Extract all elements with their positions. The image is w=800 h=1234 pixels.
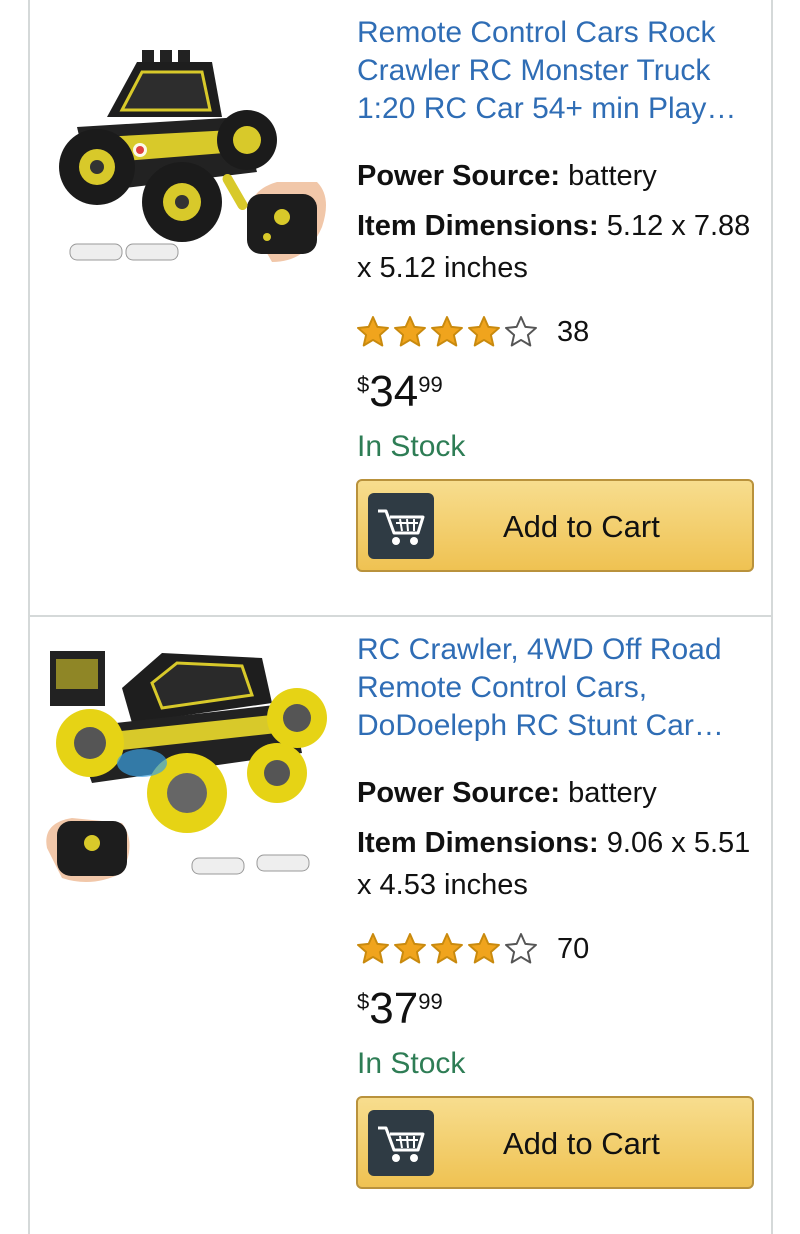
star-rating xyxy=(355,314,539,350)
stock-status: In Stock xyxy=(357,1047,466,1080)
product-image[interactable] xyxy=(42,633,327,893)
product-image[interactable] xyxy=(42,22,327,282)
star-filled-icon xyxy=(394,933,426,964)
rating-count[interactable]: 70 xyxy=(557,933,589,966)
power-source-label: Power Source: xyxy=(357,777,561,809)
product-title-link[interactable]: Remote Control Cars Rock Crawler RC Mons… xyxy=(357,14,757,128)
price-currency-symbol: $ xyxy=(357,372,370,397)
power-source-value: battery xyxy=(568,160,657,192)
price-currency-symbol: $ xyxy=(357,989,370,1014)
star-filled-icon xyxy=(357,316,389,347)
star-filled-icon xyxy=(394,316,426,347)
add-to-cart-button[interactable]: Add to Cart xyxy=(356,479,754,572)
star-filled-icon xyxy=(357,933,389,964)
frame-right-border xyxy=(771,0,773,1234)
price: $3799 xyxy=(357,981,443,1037)
dimensions-row: Item Dimensions: 5.12 x 7.88 x 5.12 inch… xyxy=(357,205,757,289)
star-rating xyxy=(355,931,539,967)
star-filled-icon xyxy=(431,316,463,347)
power-source-row: Power Source: battery xyxy=(357,155,757,197)
product-title-link[interactable]: RC Crawler, 4WD Off Road Remote Control … xyxy=(357,631,757,745)
price-fraction: 99 xyxy=(418,372,443,397)
price-whole: 34 xyxy=(369,367,419,416)
price: $3499 xyxy=(357,364,443,420)
price-whole: 37 xyxy=(369,984,419,1033)
cart-icon xyxy=(368,1110,434,1176)
add-to-cart-label: Add to Cart xyxy=(503,1126,660,1161)
cart-icon xyxy=(368,493,434,559)
price-fraction: 99 xyxy=(418,989,443,1014)
power-source-row: Power Source: battery xyxy=(357,772,757,814)
power-source-label: Power Source: xyxy=(357,160,561,192)
dimensions-label: Item Dimensions: xyxy=(357,210,599,242)
rating-count[interactable]: 38 xyxy=(557,316,589,349)
product-card: Remote Control Cars Rock Crawler RC Mons… xyxy=(30,0,771,615)
rating[interactable]: 38 xyxy=(355,312,589,352)
star-empty-icon xyxy=(505,316,537,347)
star-empty-icon xyxy=(505,933,537,964)
star-filled-icon xyxy=(431,933,463,964)
add-to-cart-label: Add to Cart xyxy=(503,509,660,544)
dimensions-label: Item Dimensions: xyxy=(357,827,599,859)
power-source-value: battery xyxy=(568,777,657,809)
dimensions-row: Item Dimensions: 9.06 x 5.51 x 4.53 inch… xyxy=(357,822,757,906)
star-filled-icon xyxy=(468,933,500,964)
rating[interactable]: 70 xyxy=(355,929,589,969)
stock-status: In Stock xyxy=(357,430,466,463)
add-to-cart-button[interactable]: Add to Cart xyxy=(356,1096,754,1189)
product-card: RC Crawler, 4WD Off Road Remote Control … xyxy=(30,617,771,1232)
star-filled-icon xyxy=(468,316,500,347)
